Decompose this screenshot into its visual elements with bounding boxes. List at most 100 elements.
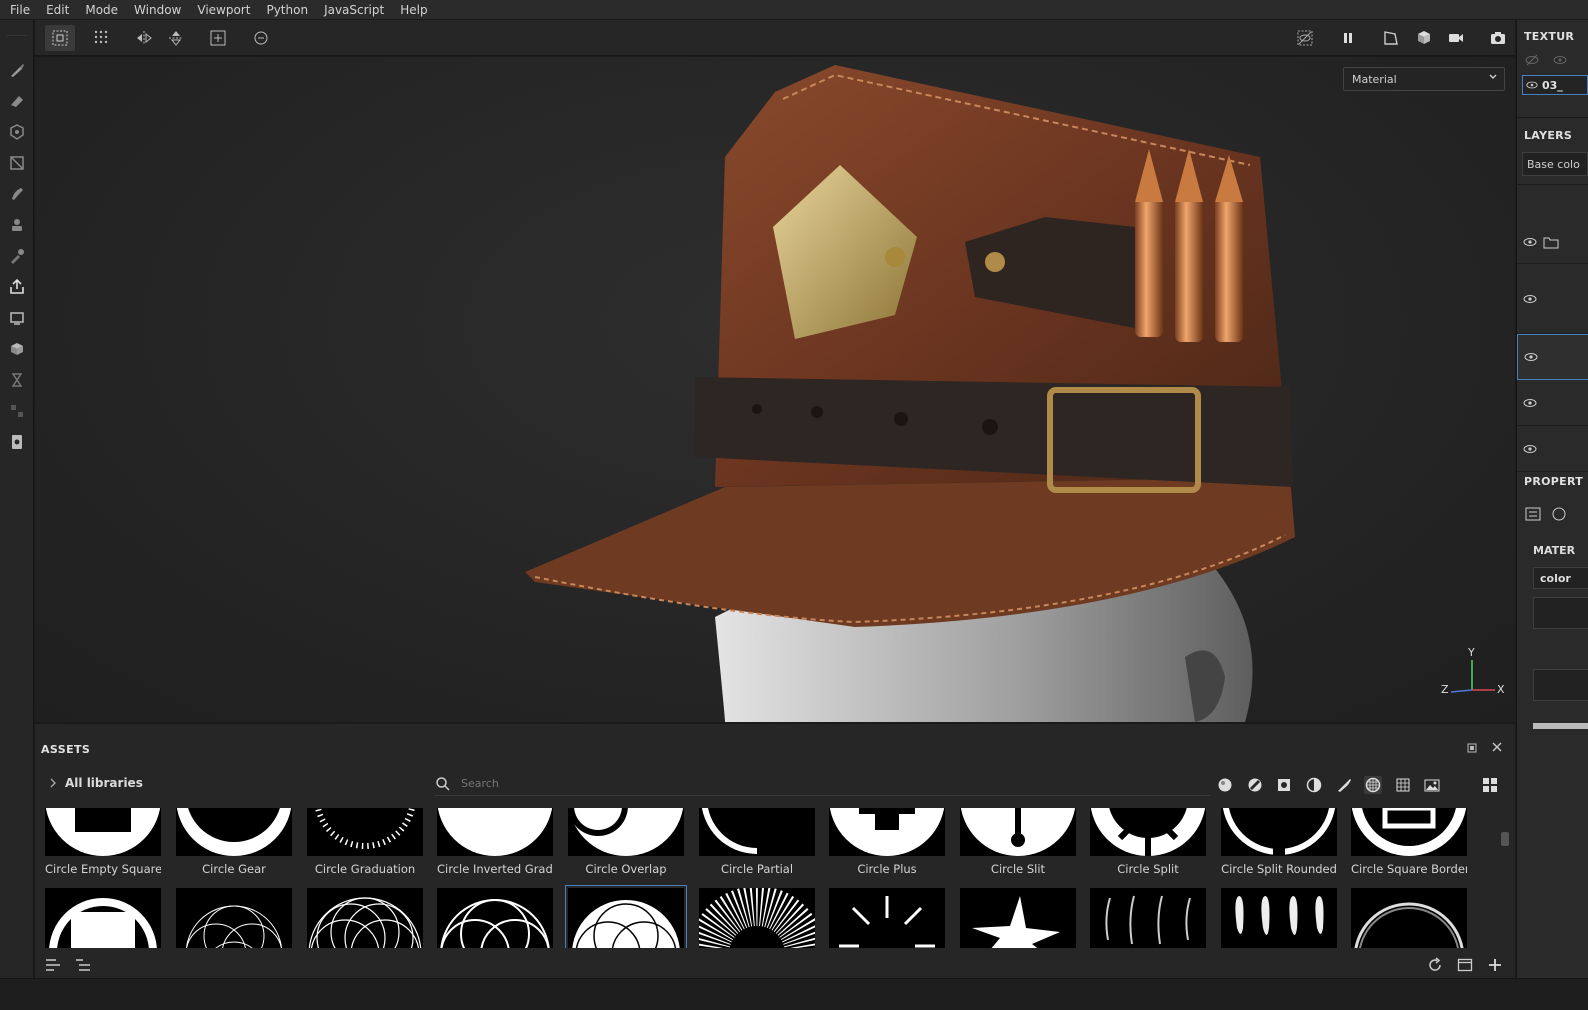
asset-tile[interactable] <box>176 888 292 948</box>
asset-tile[interactable]: Circle Partial <box>699 808 815 876</box>
asset-tile[interactable] <box>307 888 423 948</box>
asset-tile[interactable]: Circle Graduation <box>307 808 423 876</box>
menu-help[interactable]: Help <box>394 0 437 20</box>
material-sphere-icon[interactable] <box>1551 506 1567 522</box>
texture-filter-icon[interactable] <box>1394 776 1412 794</box>
layer-channel-value: Base colo <box>1527 158 1580 171</box>
layer-row[interactable] <box>1517 264 1588 334</box>
menu-edit[interactable]: Edit <box>40 0 79 20</box>
asset-tile[interactable]: Circle Split <box>1090 808 1206 876</box>
right-panel: TEXTUR 03_ LAYERS Base colo PROPERT MATE… <box>1516 20 1588 978</box>
asset-tile[interactable] <box>1351 888 1467 948</box>
eye-icon[interactable] <box>1523 235 1537 249</box>
material-slot[interactable] <box>1533 597 1588 629</box>
history-tool[interactable] <box>0 364 34 395</box>
asset-tile[interactable]: Circle Plus <box>829 808 945 876</box>
layer-row-selected[interactable] <box>1517 334 1588 380</box>
property-slider[interactable] <box>1533 723 1588 729</box>
layer-row[interactable] <box>1517 380 1588 426</box>
brush-filter-icon[interactable] <box>1335 776 1353 794</box>
asset-tile[interactable] <box>829 888 945 948</box>
material-field[interactable]: color <box>1533 567 1588 589</box>
hide-icon[interactable] <box>1525 53 1539 67</box>
asset-tile[interactable] <box>437 888 553 948</box>
filter-effect-icon[interactable] <box>1305 776 1323 794</box>
menu-file[interactable]: File <box>4 0 40 20</box>
eye-icon[interactable] <box>1553 53 1567 67</box>
asset-tile[interactable]: Circle Empty Square <box>45 808 161 876</box>
pause-render-button[interactable] <box>1333 25 1363 51</box>
polygon-fill-tool[interactable] <box>0 147 34 178</box>
layer-channel-dropdown[interactable]: Base colo <box>1522 152 1588 176</box>
eye-icon[interactable] <box>1524 350 1538 364</box>
refresh-icon[interactable] <box>1426 956 1444 974</box>
menu-python[interactable]: Python <box>260 0 318 20</box>
environment-filter-icon[interactable] <box>1423 776 1441 794</box>
display-mode-button[interactable] <box>1409 25 1439 51</box>
view-mode-button[interactable] <box>1376 25 1406 51</box>
symmetry-grid-button[interactable] <box>87 25 117 51</box>
material-filter-icon[interactable] <box>1216 776 1234 794</box>
paint-brush-tool[interactable] <box>0 54 34 85</box>
maximize-icon[interactable] <box>1467 742 1477 756</box>
material-slot[interactable] <box>1533 669 1588 701</box>
add-icon[interactable] <box>1486 956 1504 974</box>
mirror-y-button[interactable] <box>161 25 191 51</box>
add-anchor-button[interactable] <box>203 25 233 51</box>
asset-tile[interactable] <box>1221 888 1337 948</box>
menu-mode[interactable]: Mode <box>79 0 128 20</box>
new-window-icon[interactable] <box>1456 956 1474 974</box>
eye-icon[interactable] <box>1523 292 1537 306</box>
smart-mask-filter-icon[interactable] <box>1275 776 1293 794</box>
3d-viewport[interactable]: Material Y Z X <box>35 57 1515 722</box>
asset-tile[interactable]: Circle Slit <box>960 808 1076 876</box>
asset-tile[interactable] <box>45 888 161 948</box>
bake-tool[interactable] <box>0 302 34 333</box>
asset-tile[interactable]: Circle Square Border <box>1351 808 1467 876</box>
asset-tile-selected[interactable] <box>565 885 687 948</box>
layer-row[interactable] <box>1517 426 1588 472</box>
select-all-button[interactable] <box>45 25 75 51</box>
eye-icon[interactable] <box>1523 442 1537 456</box>
list-view-icon[interactable] <box>44 956 62 974</box>
eye-icon[interactable] <box>1523 396 1537 410</box>
asset-tile[interactable]: Circle Overlap <box>568 808 684 876</box>
uv-tool[interactable] <box>0 395 34 426</box>
menu-window[interactable]: Window <box>128 0 191 20</box>
asset-grid-scrollbar[interactable] <box>1501 832 1509 846</box>
axis-gizmo: Y Z X <box>1437 646 1507 702</box>
eye-icon[interactable] <box>1526 79 1538 91</box>
details-view-icon[interactable] <box>74 956 92 974</box>
search-input[interactable] <box>461 777 1161 790</box>
asset-tile[interactable] <box>960 888 1076 948</box>
asset-tile[interactable] <box>699 888 815 948</box>
export-tool[interactable] <box>0 271 34 302</box>
alpha-filter-icon[interactable] <box>1364 776 1382 794</box>
library-selector[interactable]: All libraries <box>49 776 143 790</box>
hide-ui-button[interactable] <box>1290 25 1320 51</box>
menu-javascript[interactable]: JavaScript <box>318 0 394 20</box>
asset-tile[interactable]: Circle Inverted Gradi... <box>437 808 553 876</box>
menu-viewport[interactable]: Viewport <box>191 0 260 20</box>
asset-tile[interactable] <box>1090 888 1206 948</box>
layer-row[interactable] <box>1517 220 1588 264</box>
projection-tool[interactable] <box>0 116 34 147</box>
smart-material-filter-icon[interactable] <box>1246 776 1264 794</box>
grid-view-icon[interactable] <box>1481 776 1499 794</box>
log-tool[interactable] <box>0 426 34 457</box>
display-settings-tool[interactable] <box>0 333 34 364</box>
camera-button[interactable] <box>1441 25 1471 51</box>
properties-sliders-icon[interactable] <box>1525 506 1541 522</box>
texture-set-item[interactable]: 03_ <box>1522 75 1588 95</box>
mirror-x-button[interactable] <box>129 25 159 51</box>
material-mode-dropdown[interactable]: Material <box>1343 67 1505 91</box>
clone-tool[interactable] <box>0 209 34 240</box>
color-picker-tool[interactable] <box>0 240 34 271</box>
screenshot-button[interactable] <box>1483 25 1513 51</box>
asset-tile[interactable]: Circle Gear <box>176 808 292 876</box>
smudge-tool[interactable] <box>0 178 34 209</box>
reset-view-button[interactable] <box>246 25 276 51</box>
eraser-tool[interactable] <box>0 85 34 116</box>
close-icon[interactable] <box>1491 741 1503 756</box>
asset-tile[interactable]: Circle Split Rounded <box>1221 808 1337 876</box>
